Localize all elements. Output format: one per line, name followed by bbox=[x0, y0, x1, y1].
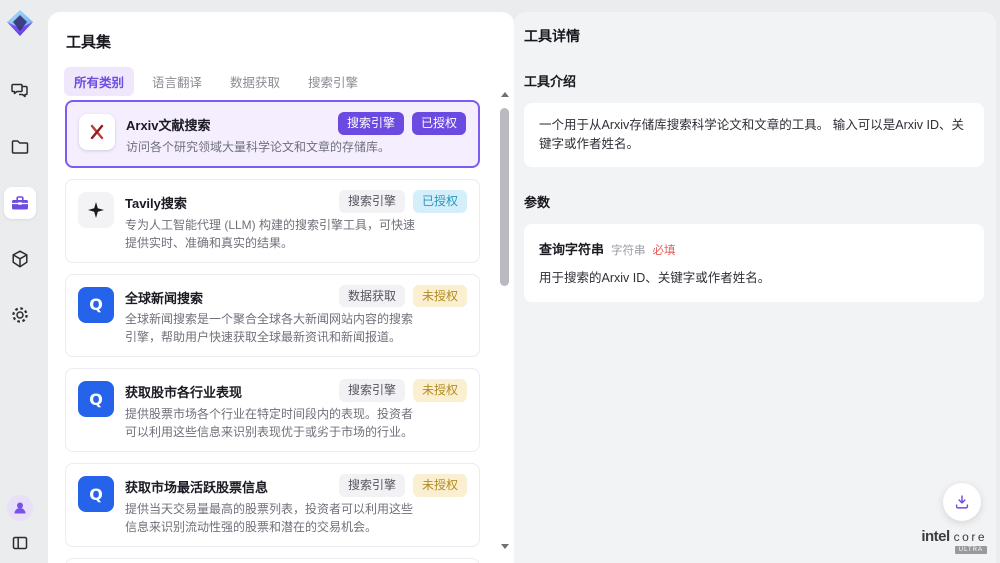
app-logo-icon bbox=[4, 7, 36, 39]
tool-description: 提供股票市场各个行业在特定时间段内的表现。投资者可以利用这些信息来识别表现优于或… bbox=[125, 405, 423, 441]
sidebar-item-chat[interactable] bbox=[4, 75, 36, 107]
tool-card[interactable]: Q 获取股市各行业表现 搜索引擎 未授权 提供股票市场各个行业在特定时间段内的表… bbox=[65, 368, 480, 452]
chat-icon bbox=[10, 81, 30, 101]
tab-3[interactable]: 搜索引擎 bbox=[298, 67, 368, 96]
parameter-description: 用于搜索的Arxiv ID、关键字或作者姓名。 bbox=[539, 269, 969, 288]
qblue-icon: Q bbox=[78, 381, 114, 417]
tool-description: 专为人工智能代理 (LLM) 构建的搜索引擎工具，可快速提供实时、准确和真实的结… bbox=[125, 216, 423, 252]
tool-category-badge: 搜索引擎 bbox=[338, 112, 404, 135]
parameter-required-badge: 必填 bbox=[653, 242, 676, 258]
collapse-sidebar-button[interactable] bbox=[8, 531, 32, 555]
toolbox-icon bbox=[10, 193, 30, 213]
tool-detail-panel: 工具详情 工具介绍 一个用于从Arxiv存储库搜索科学论文和文章的工具。 输入可… bbox=[514, 12, 996, 563]
tool-category-badge: 搜索引擎 bbox=[339, 474, 405, 497]
tool-title: Arxiv文献搜索 bbox=[126, 112, 330, 134]
intro-text: 一个用于从Arxiv存储库搜索科学论文和文章的工具。 输入可以是Arxiv ID… bbox=[524, 103, 984, 167]
sidebar-item-models[interactable] bbox=[4, 243, 36, 275]
download-icon bbox=[953, 493, 971, 511]
tool-title: 获取市场最活跃股票信息 bbox=[125, 474, 331, 496]
detail-title: 工具详情 bbox=[524, 26, 984, 46]
tool-list-panel: 工具集 所有类别语言翻译数据获取搜索引擎 Arxiv文献搜索 搜索引擎 已授权 … bbox=[48, 12, 514, 563]
arxiv-icon bbox=[79, 114, 115, 150]
qblue-icon: Q bbox=[78, 476, 114, 512]
tab-1[interactable]: 语言翻译 bbox=[142, 67, 212, 96]
tool-card[interactable]: Q 全球新闻搜索 数据获取 未授权 全球新闻搜索是一个聚合全球各大新闻网站内容的… bbox=[65, 274, 480, 358]
tool-category-badge: 数据获取 bbox=[339, 285, 405, 308]
tabs: 所有类别语言翻译数据获取搜索引擎 bbox=[48, 52, 514, 106]
tab-2[interactable]: 数据获取 bbox=[220, 67, 290, 96]
tool-card[interactable]: Arxiv文献搜索 搜索引擎 已授权 访问各个研究领域大量科学论文和文章的存储库… bbox=[65, 100, 480, 168]
intel-wordmark: intel bbox=[921, 528, 949, 545]
tool-title: 全球新闻搜索 bbox=[125, 285, 331, 307]
tool-card[interactable]: 万维地区新闻查询 搜索引擎 未授权 查询具体行政区划内的新闻，快速了解各地新闻动 bbox=[65, 558, 480, 563]
ultra-badge: ULTRA bbox=[955, 546, 987, 554]
tavily-icon bbox=[78, 192, 114, 228]
tool-description: 提供当天交易量最高的股票列表，投资者可以利用这些信息来识别流动性强的股票和潜在的… bbox=[125, 500, 423, 536]
tool-auth-badge: 未授权 bbox=[413, 285, 467, 308]
page-title: 工具集 bbox=[48, 12, 514, 52]
sidebar-item-files[interactable] bbox=[4, 131, 36, 163]
parameter-type: 字符串 bbox=[611, 242, 646, 258]
scroll-down-arrow[interactable] bbox=[501, 544, 509, 549]
scrollbar[interactable] bbox=[499, 92, 511, 549]
tool-description: 访问各个研究领域大量科学论文和文章的存储库。 bbox=[126, 138, 424, 156]
panel-toggle-icon bbox=[11, 534, 29, 552]
tool-category-badge: 搜索引擎 bbox=[339, 190, 405, 213]
qblue-icon: Q bbox=[78, 287, 114, 323]
intel-core-logo: intel core ULTRA bbox=[921, 528, 987, 554]
parameter-item: 查询字符串 字符串 必填 用于搜索的Arxiv ID、关键字或作者姓名。 bbox=[524, 224, 984, 303]
tool-title: Tavily搜索 bbox=[125, 190, 331, 212]
gear-icon bbox=[10, 305, 30, 325]
user-icon bbox=[12, 500, 28, 516]
core-wordmark: core bbox=[954, 530, 987, 544]
intro-heading: 工具介绍 bbox=[524, 71, 984, 90]
tool-list: Arxiv文献搜索 搜索引擎 已授权 访问各个研究领域大量科学论文和文章的存储库… bbox=[65, 100, 485, 563]
folder-icon bbox=[10, 137, 30, 157]
scrollbar-thumb[interactable] bbox=[500, 108, 509, 286]
params-heading: 参数 bbox=[524, 192, 984, 211]
tool-card[interactable]: Q 获取市场最活跃股票信息 搜索引擎 未授权 提供当天交易量最高的股票列表，投资… bbox=[65, 463, 480, 547]
tool-auth-badge: 已授权 bbox=[412, 112, 466, 135]
download-button[interactable] bbox=[943, 483, 981, 521]
sidebar-item-settings[interactable] bbox=[4, 299, 36, 331]
tool-auth-badge: 已授权 bbox=[413, 190, 467, 213]
app-sidebar bbox=[0, 0, 40, 563]
avatar[interactable] bbox=[7, 495, 33, 521]
tool-card[interactable]: Tavily搜索 搜索引擎 已授权 专为人工智能代理 (LLM) 构建的搜索引擎… bbox=[65, 179, 480, 263]
tool-category-badge: 搜索引擎 bbox=[339, 379, 405, 402]
tool-title: 获取股市各行业表现 bbox=[125, 379, 331, 401]
params-list: 查询字符串 字符串 必填 用于搜索的Arxiv ID、关键字或作者姓名。 bbox=[524, 224, 984, 303]
tab-0[interactable]: 所有类别 bbox=[64, 67, 134, 96]
sidebar-item-tools[interactable] bbox=[4, 187, 36, 219]
scroll-up-arrow[interactable] bbox=[501, 92, 509, 97]
tool-auth-badge: 未授权 bbox=[413, 379, 467, 402]
tool-auth-badge: 未授权 bbox=[413, 474, 467, 497]
cube-icon bbox=[10, 249, 30, 269]
tool-description: 全球新闻搜索是一个聚合全球各大新闻网站内容的搜索引擎，帮助用户快速获取全球最新资… bbox=[125, 310, 423, 346]
parameter-name: 查询字符串 bbox=[539, 239, 604, 258]
